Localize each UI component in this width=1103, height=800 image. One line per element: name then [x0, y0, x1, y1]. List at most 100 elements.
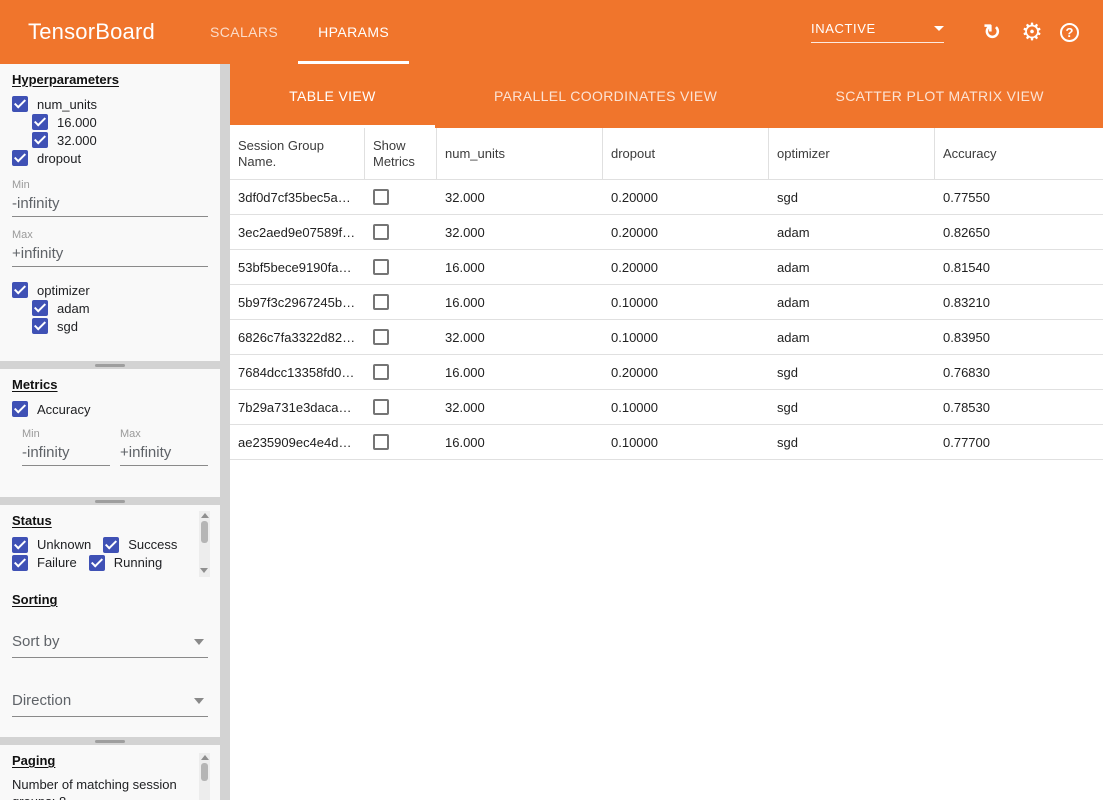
scroll-up-icon[interactable]: [201, 755, 209, 760]
paging-scrollbar[interactable]: [199, 753, 210, 800]
session-group-name: 7684dcc13358fd0…: [230, 355, 365, 389]
cell-accuracy: 0.76830: [935, 355, 1101, 389]
checkbox-checked-icon[interactable]: [12, 401, 28, 417]
cell-dropout: 0.20000: [603, 250, 769, 284]
tab-parallel-coordinates-view[interactable]: PARALLEL COORDINATES VIEW: [435, 64, 777, 128]
show-metrics-checkbox[interactable]: [373, 434, 389, 450]
hparam-value-32[interactable]: 32.000: [32, 131, 208, 149]
status-label: Running: [114, 554, 162, 572]
col-show-metrics: Show Metrics: [365, 128, 437, 179]
metric-max-field[interactable]: Max +infinity: [120, 428, 208, 466]
show-metrics-checkbox[interactable]: [373, 189, 389, 205]
show-metrics-checkbox[interactable]: [373, 364, 389, 380]
table-row[interactable]: 6826c7fa3322d82… 32.000 0.10000 adam 0.8…: [230, 320, 1103, 355]
table-row[interactable]: 53bf5bece9190fa… 16.000 0.20000 adam 0.8…: [230, 250, 1103, 285]
checkbox-checked-icon[interactable]: [32, 300, 48, 316]
hparam-value-sgd[interactable]: sgd: [32, 317, 208, 335]
checkbox-checked-icon[interactable]: [12, 96, 28, 112]
checkbox-checked-icon[interactable]: [89, 555, 105, 571]
scroll-down-icon[interactable]: [200, 568, 208, 573]
show-metrics-checkbox[interactable]: [373, 329, 389, 345]
col-num-units: num_units: [437, 128, 603, 179]
view-tabbar: TABLE VIEW PARALLEL COORDINATES VIEW SCA…: [230, 64, 1103, 128]
table-row[interactable]: 3ec2aed9e07589f… 32.000 0.20000 adam 0.8…: [230, 215, 1103, 250]
checkbox-checked-icon[interactable]: [32, 114, 48, 130]
scrollbar-thumb[interactable]: [201, 521, 208, 543]
panel-resize-handle[interactable]: [0, 737, 220, 745]
direction-value: Direction: [12, 692, 71, 709]
cell-accuracy: 0.77550: [935, 180, 1101, 214]
table-row[interactable]: ae235909ec4e4d… 16.000 0.10000 sgd 0.777…: [230, 425, 1103, 460]
gear-icon[interactable]: ⚙: [1020, 20, 1044, 44]
table-row[interactable]: 7684dcc13358fd0… 16.000 0.20000 sgd 0.76…: [230, 355, 1103, 390]
checkbox-checked-icon[interactable]: [32, 132, 48, 148]
min-input[interactable]: -infinity: [12, 195, 208, 217]
status-label: Failure: [37, 554, 77, 572]
hparam-num-units[interactable]: num_units: [12, 95, 208, 113]
metric-accuracy[interactable]: Accuracy: [12, 400, 208, 418]
status-failure[interactable]: Failure: [12, 554, 89, 572]
status-label: Unknown: [37, 536, 91, 554]
show-metrics-checkbox[interactable]: [373, 259, 389, 275]
max-input[interactable]: +infinity: [120, 444, 208, 466]
max-label: Max: [12, 229, 208, 241]
cell-dropout: 0.10000: [603, 425, 769, 459]
hparam-value-16[interactable]: 16.000: [32, 113, 208, 131]
hparam-label: dropout: [37, 151, 81, 166]
tab-scalars[interactable]: SCALARS: [190, 0, 298, 64]
cell-accuracy: 0.77700: [935, 425, 1101, 459]
status-scrollbar[interactable]: [199, 511, 210, 577]
checkbox-checked-icon[interactable]: [12, 555, 28, 571]
max-input[interactable]: +infinity: [12, 245, 208, 267]
status-sorting-panel: Status Unknown Success Failure Running S…: [0, 505, 220, 737]
scrollbar-thumb[interactable]: [201, 763, 208, 781]
dropout-max-field[interactable]: Max +infinity: [12, 229, 208, 267]
paging-panel: Paging Number of matching session groups…: [0, 745, 220, 800]
status-label: Success: [128, 536, 177, 554]
status-running[interactable]: Running: [89, 554, 174, 572]
cell-num-units: 16.000: [437, 285, 603, 319]
hparam-dropout[interactable]: dropout: [12, 149, 208, 167]
scroll-up-icon[interactable]: [201, 513, 209, 518]
tab-table-view[interactable]: TABLE VIEW: [230, 64, 435, 128]
session-group-name: ae235909ec4e4d…: [230, 425, 365, 459]
refresh-icon[interactable]: ↻: [980, 20, 1004, 44]
reload-status-select[interactable]: INACTIVE: [811, 21, 944, 43]
table-row[interactable]: 5b97f3c2967245b… 16.000 0.10000 adam 0.8…: [230, 285, 1103, 320]
tab-scatter-plot-matrix-view[interactable]: SCATTER PLOT MATRIX VIEW: [776, 64, 1103, 128]
table-row[interactable]: 3df0d7cf35bec5a… 32.000 0.20000 sgd 0.77…: [230, 180, 1103, 215]
app-title: TensorBoard: [28, 19, 155, 45]
cell-accuracy: 0.81540: [935, 250, 1101, 284]
show-metrics-checkbox[interactable]: [373, 294, 389, 310]
checkbox-checked-icon[interactable]: [12, 282, 28, 298]
status-success[interactable]: Success: [103, 536, 189, 554]
panel-resize-handle[interactable]: [0, 497, 220, 505]
metric-min-field[interactable]: Min -infinity: [22, 428, 110, 466]
metrics-heading: Metrics: [12, 377, 208, 392]
checkbox-checked-icon[interactable]: [32, 318, 48, 334]
direction-select[interactable]: Direction: [12, 692, 208, 717]
show-metrics-checkbox[interactable]: [373, 224, 389, 240]
checkbox-checked-icon[interactable]: [12, 150, 28, 166]
hparam-label: num_units: [37, 97, 97, 112]
checkbox-checked-icon[interactable]: [103, 537, 119, 553]
sort-by-select[interactable]: Sort by: [12, 633, 208, 658]
min-input[interactable]: -infinity: [22, 444, 110, 466]
status-heading: Status: [12, 513, 208, 528]
table-row[interactable]: 7b29a731e3daca… 32.000 0.10000 sgd 0.785…: [230, 390, 1103, 425]
dropout-min-field[interactable]: Min -infinity: [12, 179, 208, 217]
hparam-value-label: adam: [57, 301, 90, 316]
metrics-panel: Metrics Accuracy Min -infinity Max +infi…: [0, 369, 220, 497]
hparam-value-adam[interactable]: adam: [32, 299, 208, 317]
help-icon[interactable]: ?: [1060, 23, 1079, 42]
status-unknown[interactable]: Unknown: [12, 536, 103, 554]
panel-resize-handle[interactable]: [0, 361, 220, 369]
show-metrics-checkbox[interactable]: [373, 399, 389, 415]
tab-hparams[interactable]: HPARAMS: [298, 0, 409, 64]
cell-dropout: 0.10000: [603, 390, 769, 424]
hparam-optimizer[interactable]: optimizer: [12, 281, 208, 299]
cell-num-units: 32.000: [437, 215, 603, 249]
checkbox-checked-icon[interactable]: [12, 537, 28, 553]
cell-optimizer: sgd: [769, 390, 935, 424]
session-group-name: 7b29a731e3daca…: [230, 390, 365, 424]
